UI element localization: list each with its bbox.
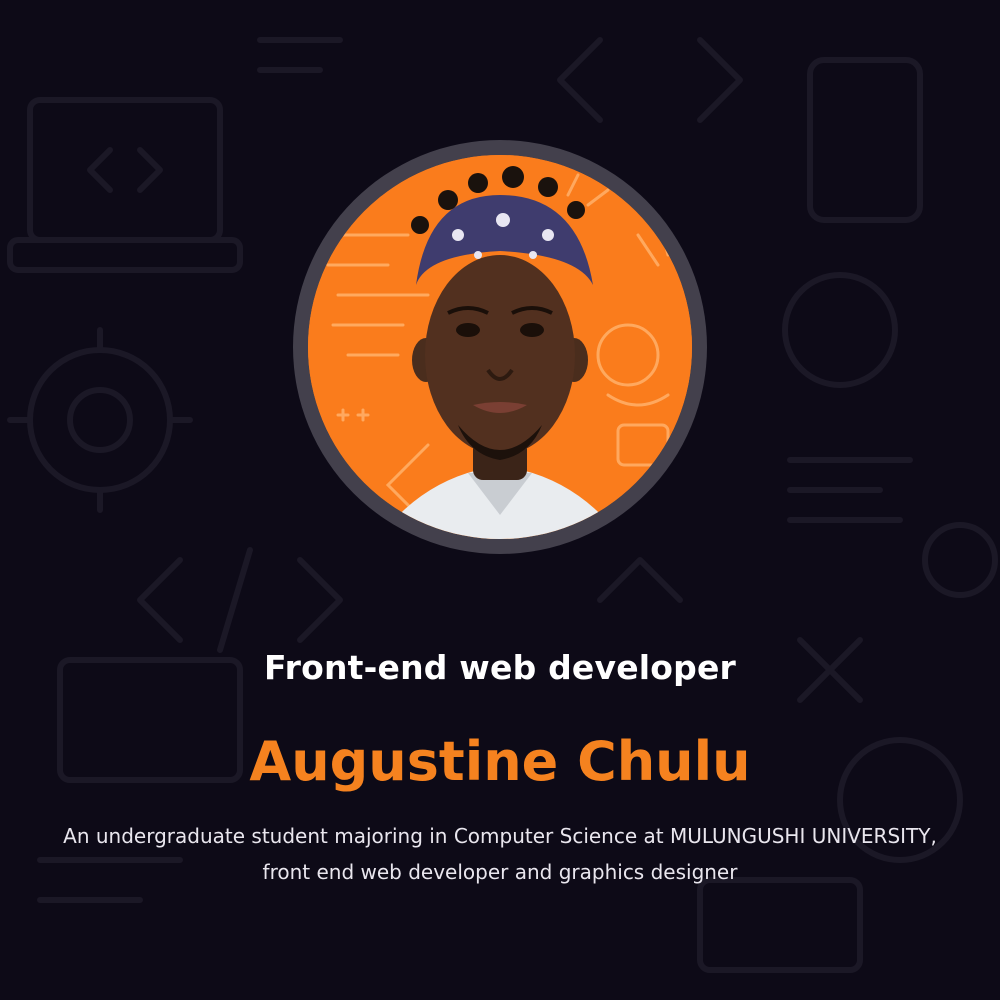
profile-name: Augustine Chulu <box>249 730 751 793</box>
profile-photo-icon <box>308 155 692 539</box>
avatar <box>308 155 692 539</box>
hero-section: Front-end web developer Augustine Chulu … <box>0 0 1000 1000</box>
bio-line-2: front end web developer and graphics des… <box>262 860 738 884</box>
profile-bio: An undergraduate student majoring in Com… <box>0 818 1000 890</box>
avatar-frame <box>293 140 707 554</box>
role-heading: Front-end web developer <box>263 648 737 687</box>
bio-line-1: An undergraduate student majoring in Com… <box>63 824 937 848</box>
